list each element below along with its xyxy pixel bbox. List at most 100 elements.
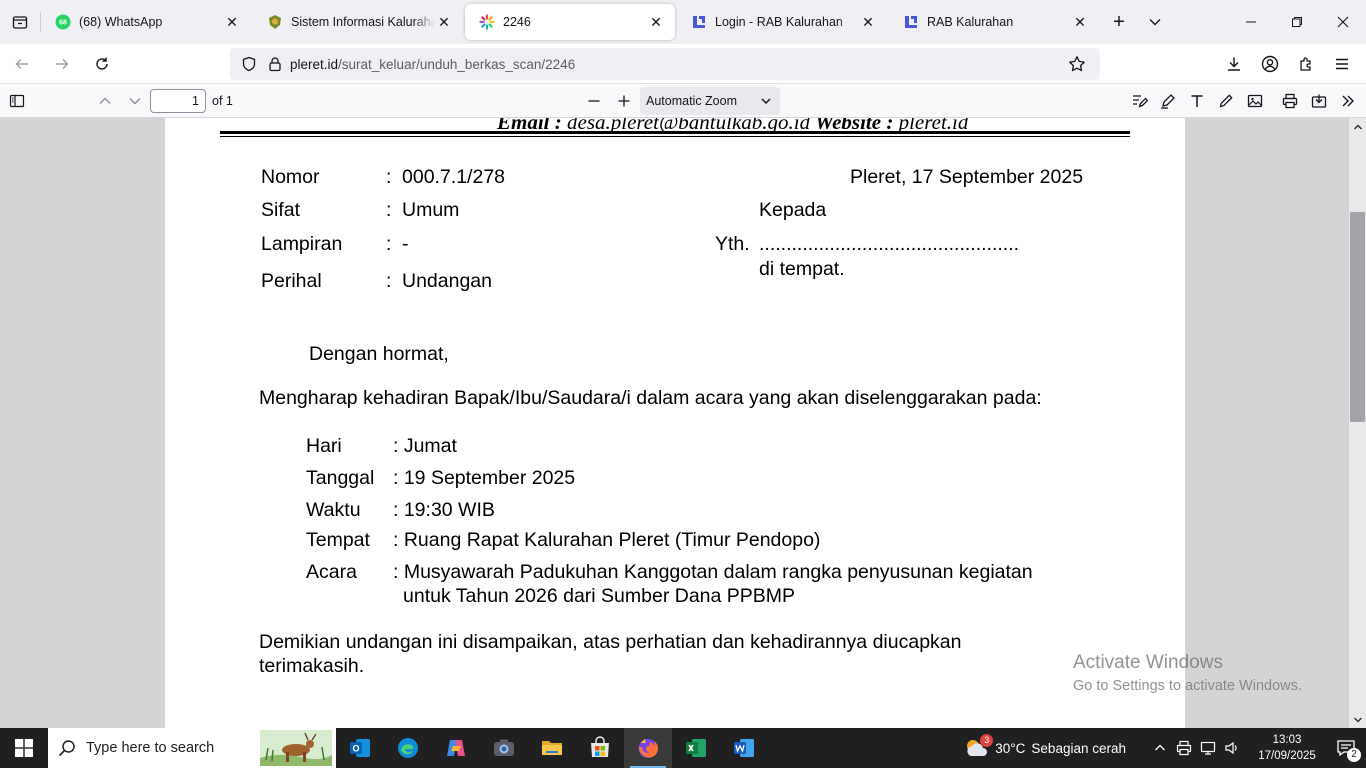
taskbar-camera[interactable]: [480, 728, 528, 768]
highlighter-icon: [1160, 94, 1175, 109]
tracking-protection-icon[interactable]: [238, 53, 260, 75]
pdf-viewer[interactable]: Email : desa.pleret@bantulkab.go.id Webs…: [0, 118, 1366, 728]
zoom-out-button[interactable]: [579, 87, 609, 115]
chevron-down-icon: [129, 97, 141, 104]
restore-icon: [1292, 17, 1302, 27]
windows-taskbar: Type here to search O 3 30°C Sebagian ce…: [0, 728, 1366, 768]
hamburger-menu-icon: [1336, 58, 1348, 70]
back-button[interactable]: [4, 48, 40, 80]
restore-button[interactable]: [1274, 0, 1320, 44]
start-button[interactable]: [0, 728, 48, 768]
meta-value-lampiran: -: [402, 233, 409, 255]
zoom-value: Automatic Zoom: [646, 94, 738, 108]
pencil-icon: [1219, 94, 1233, 108]
svg-text:68: 68: [59, 20, 67, 27]
sidebar-toggle-button[interactable]: [2, 87, 32, 115]
tab-login-rab[interactable]: Login - RAB Kalurahan ✕: [677, 4, 887, 40]
tab-whatsapp[interactable]: 68 (68) WhatsApp ✕: [41, 4, 251, 40]
scroll-down-arrow[interactable]: [1349, 711, 1366, 728]
taskbar-excel[interactable]: [672, 728, 720, 768]
close-icon[interactable]: ✕: [647, 13, 665, 31]
zoom-in-button[interactable]: [609, 87, 639, 115]
lock-icon[interactable]: [264, 53, 286, 75]
taskbar-clock[interactable]: 13:03 17/09/2025: [1248, 732, 1326, 764]
notification-center-button[interactable]: 2: [1326, 728, 1366, 768]
weather-widget[interactable]: 3 30°C Sebagian cerah: [963, 734, 1126, 760]
close-icon[interactable]: ✕: [1071, 13, 1089, 31]
text-button[interactable]: [1182, 87, 1211, 115]
detail-value-acara-line2: untuk Tahun 2026 dari Sumber Dana PPBMP: [403, 585, 796, 607]
next-page-button[interactable]: [120, 87, 150, 115]
taskbar-word[interactable]: [720, 728, 768, 768]
minimize-button[interactable]: [1228, 0, 1274, 44]
save-download-icon: [1311, 94, 1326, 108]
forward-button[interactable]: [44, 48, 80, 80]
taskbar-edge[interactable]: [384, 728, 432, 768]
tab-list-button[interactable]: [0, 0, 40, 44]
speaker-icon: [1225, 741, 1237, 755]
taskbar-store[interactable]: [576, 728, 624, 768]
show-hidden-icons-button[interactable]: [1148, 728, 1172, 768]
svg-text:O: O: [352, 744, 359, 754]
taskbar-outlook[interactable]: O: [336, 728, 384, 768]
list-all-tabs-button[interactable]: [1137, 4, 1173, 40]
arrow-right-icon: [56, 58, 69, 69]
arrow-left-icon: [15, 58, 28, 69]
taskbar-firefox[interactable]: [624, 728, 672, 768]
tab-title: Login - RAB Kalurahan: [715, 15, 843, 29]
chevron-down-icon: [761, 98, 771, 105]
url-bar[interactable]: pleret.id/surat_keluar/unduh_berkas_scan…: [230, 48, 1100, 80]
detail-value-acara: : Musyawarah Padukuhan Kanggotan dalam r…: [393, 561, 1033, 583]
tab-sistem-informasi[interactable]: Sistem Informasi Kalurahan Pleret ✕: [253, 4, 463, 40]
taskbar-copilot[interactable]: [432, 728, 480, 768]
account-button[interactable]: [1252, 48, 1288, 80]
volume-button[interactable]: [1220, 728, 1244, 768]
new-tab-button[interactable]: +: [1101, 4, 1137, 40]
store-icon: [591, 736, 609, 757]
downloads-button[interactable]: [1216, 48, 1252, 80]
url-text: pleret.id/surat_keluar/unduh_berkas_scan…: [290, 57, 1066, 72]
image-icon: [1247, 94, 1262, 108]
zoom-select[interactable]: Automatic Zoom: [640, 87, 780, 115]
close-icon[interactable]: ✕: [435, 13, 453, 31]
bookmark-star-icon[interactable]: [1066, 53, 1088, 75]
printer-tray-button[interactable]: [1172, 728, 1196, 768]
close-window-button[interactable]: [1320, 0, 1366, 44]
scroll-up-arrow[interactable]: [1349, 118, 1366, 135]
reload-icon: [96, 57, 108, 70]
url-host: pleret.id: [290, 56, 339, 72]
detail-value-hari: : Jumat: [393, 435, 457, 457]
vertical-scrollbar[interactable]: [1349, 118, 1366, 728]
rab-logo-icon: [903, 14, 919, 30]
account-icon: [1261, 55, 1279, 73]
tab-2246[interactable]: 2246 ✕: [465, 4, 675, 40]
detail-label-acara: Acara: [306, 561, 357, 583]
close-icon[interactable]: ✕: [223, 13, 241, 31]
tools-menu-button[interactable]: [1333, 87, 1362, 115]
chevron-up-icon: [99, 97, 111, 104]
previous-page-button[interactable]: [90, 87, 120, 115]
page-number-input[interactable]: [150, 88, 206, 113]
minus-icon: [588, 100, 600, 102]
taskbar-search-box[interactable]: Type here to search: [48, 728, 336, 768]
menu-button[interactable]: [1324, 48, 1360, 80]
di-tempat-label: di tempat.: [759, 258, 845, 280]
scroll-thumb[interactable]: [1350, 212, 1365, 422]
windows-logo-icon: [15, 739, 33, 757]
close-icon[interactable]: ✕: [859, 13, 877, 31]
taskbar-file-explorer[interactable]: [528, 728, 576, 768]
highlight-button[interactable]: [1153, 87, 1182, 115]
search-icon: [58, 740, 75, 757]
tab-strip: 68 (68) WhatsApp ✕ Sistem Informasi Kalu…: [0, 0, 1366, 44]
edit-document-button[interactable]: [1124, 87, 1153, 115]
reload-button[interactable]: [84, 48, 120, 80]
print-button[interactable]: [1275, 87, 1304, 115]
draw-button[interactable]: [1211, 87, 1240, 115]
weather-icon: 3: [963, 734, 994, 760]
tab-list-icon: [12, 16, 28, 29]
add-image-button[interactable]: [1240, 87, 1269, 115]
save-button[interactable]: [1304, 87, 1333, 115]
tab-rab-kalurahan[interactable]: RAB Kalurahan ✕: [889, 4, 1099, 40]
extensions-button[interactable]: [1288, 48, 1324, 80]
network-button[interactable]: [1196, 728, 1220, 768]
